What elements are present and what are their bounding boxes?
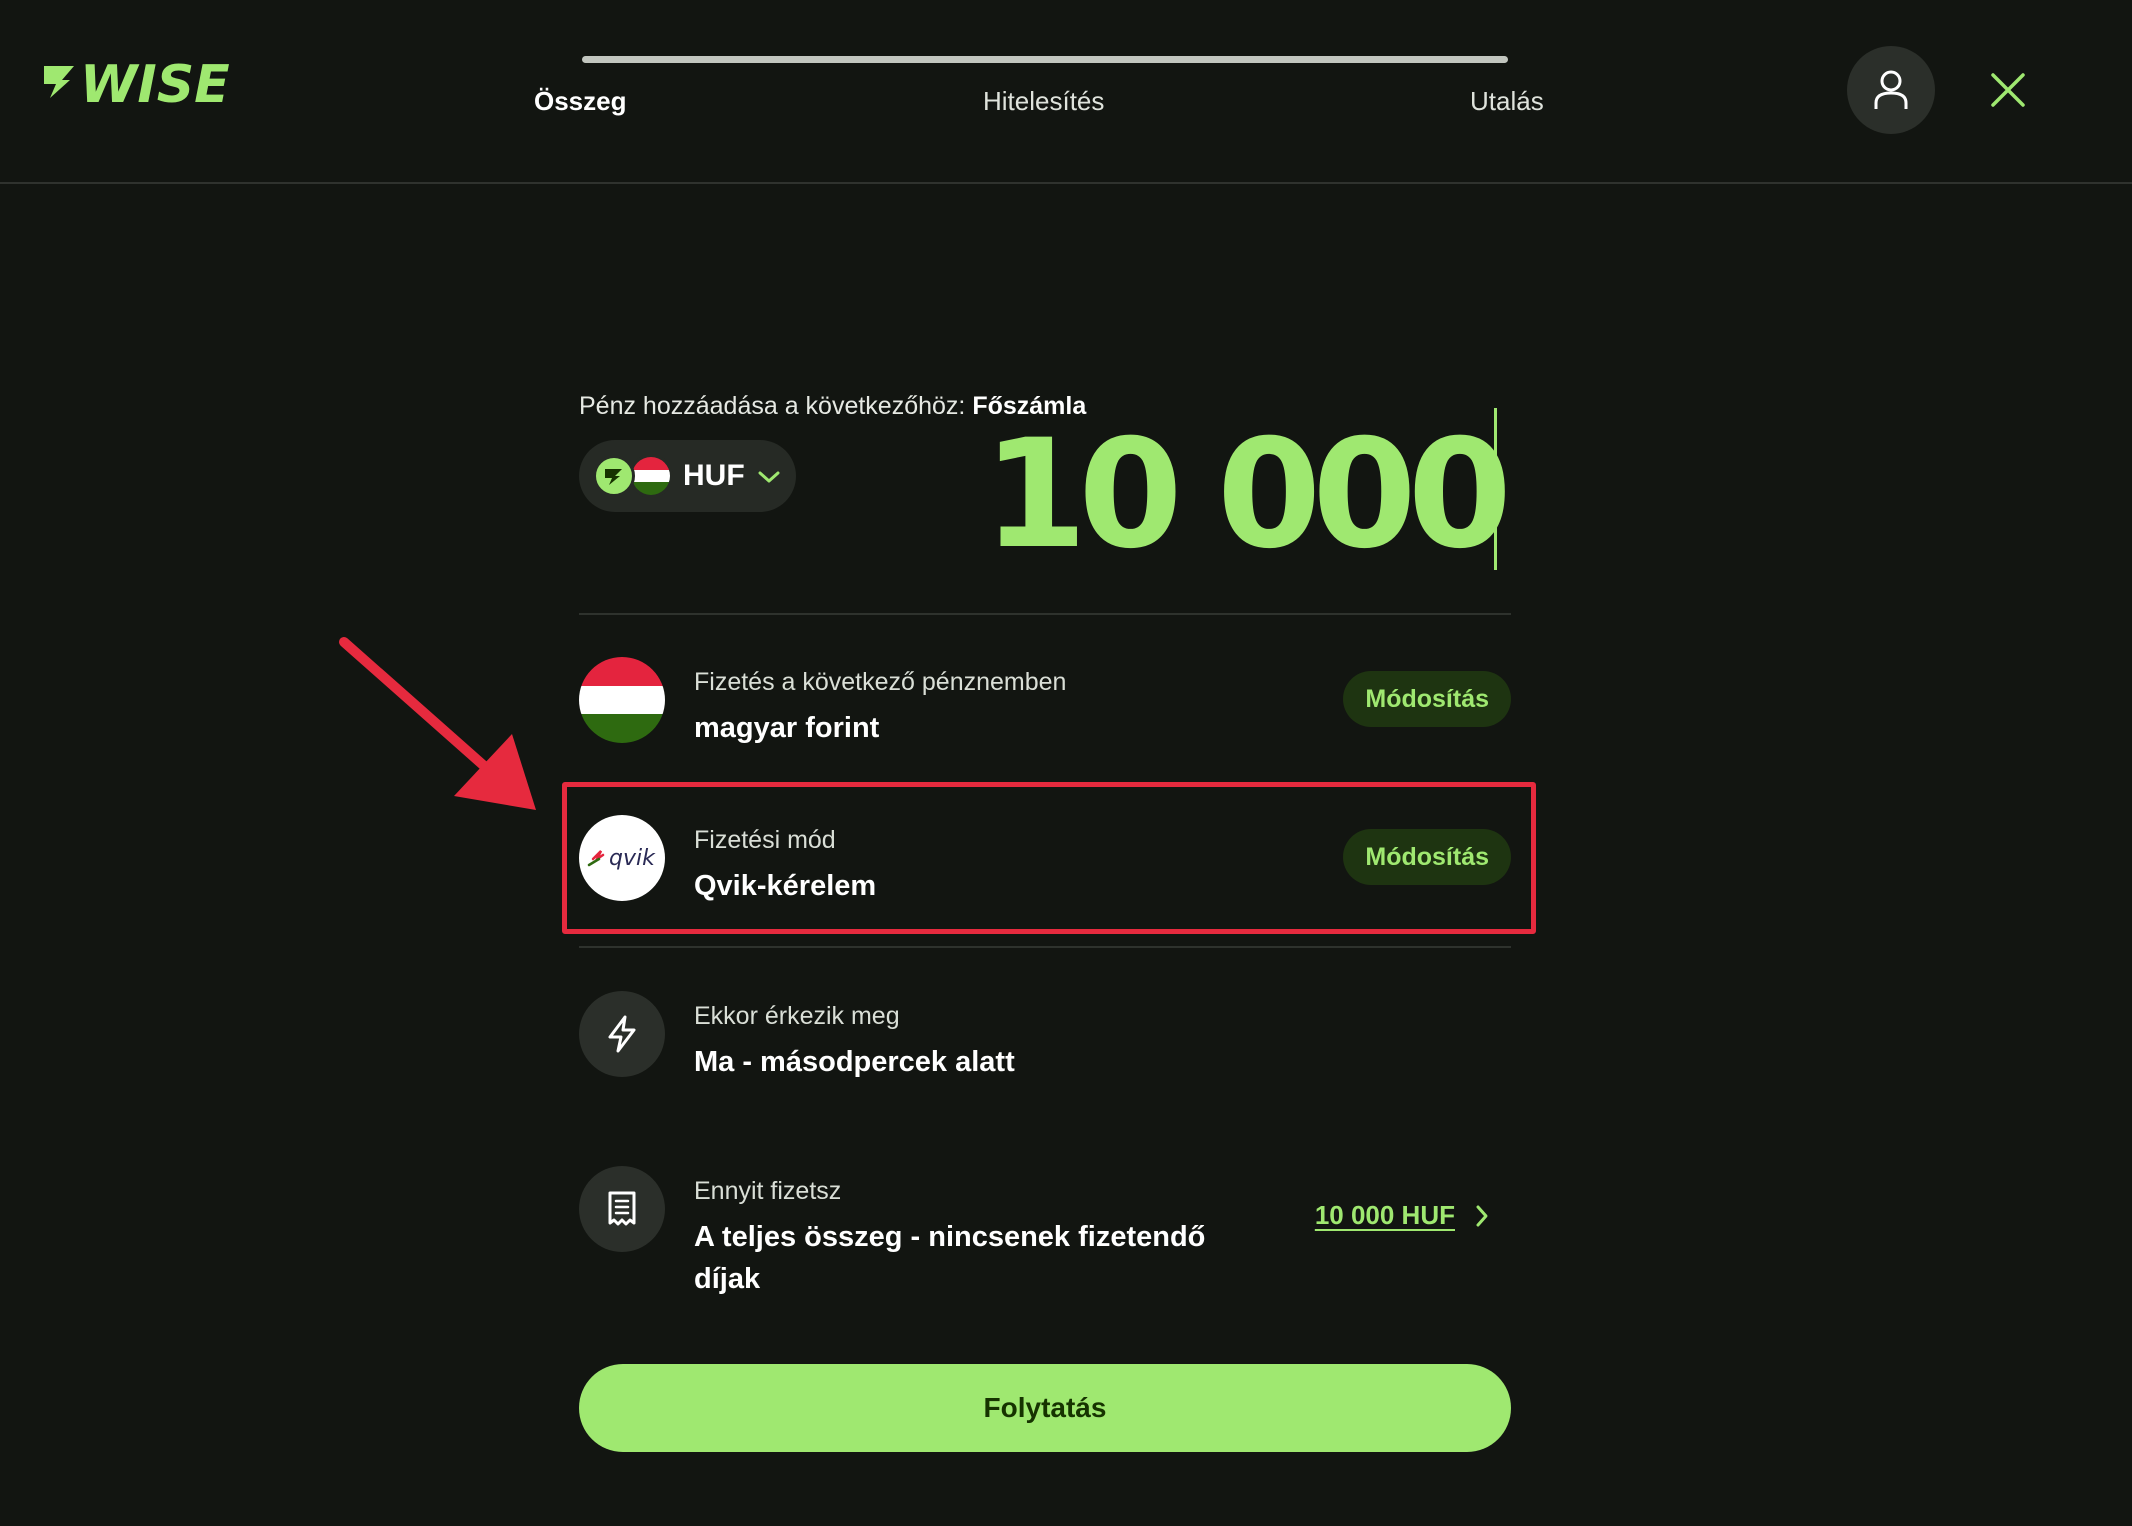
currency-code: HUF xyxy=(683,459,745,492)
lightning-icon xyxy=(579,991,665,1077)
close-button[interactable] xyxy=(1985,67,2031,113)
chevron-right-icon xyxy=(1476,1205,1488,1226)
total-amount-link[interactable]: 10 000 HUF xyxy=(1315,1200,1489,1231)
top-bar: WISE Összeg Hitelesítés Utalás xyxy=(0,0,2132,184)
pay-currency-row: Fizetés a következő pénznemben magyar fo… xyxy=(579,657,1511,747)
arrival-row: Ekkor érkezik meg Ma - másodpercek alatt xyxy=(579,991,1511,1081)
arrival-label: Ekkor érkezik meg xyxy=(694,1002,900,1030)
chevron-down-icon xyxy=(758,471,780,483)
hungary-flag-icon xyxy=(579,657,665,743)
arrival-value: Ma - másodpercek alatt xyxy=(694,1046,1015,1078)
logo-wordmark: WISE xyxy=(80,55,230,112)
amount-input[interactable]: 10 000 xyxy=(983,420,1512,570)
divider xyxy=(579,946,1511,948)
page: WISE Összeg Hitelesítés Utalás Pénz hozz… xyxy=(0,0,2132,1526)
total-value: A teljes összeg - nincsenek fizetendő dí… xyxy=(694,1221,1206,1295)
pay-currency-label: Fizetés a következő pénznemben xyxy=(694,668,1067,696)
close-icon xyxy=(1991,73,2025,107)
hungary-flag-icon xyxy=(629,454,673,498)
divider xyxy=(579,613,1511,615)
currency-selector[interactable]: HUF xyxy=(579,440,796,512)
wise-logo[interactable]: WISE xyxy=(40,52,236,112)
step-verification: Hitelesítés xyxy=(983,86,1105,116)
step-transfer: Utalás xyxy=(1470,86,1544,116)
profile-button[interactable] xyxy=(1847,46,1935,134)
pay-currency-value: magyar forint xyxy=(694,712,880,744)
add-money-text: Pénz hozzáadása a következőhöz: xyxy=(579,392,966,420)
total-row: Ennyit fizetsz A teljes összeg - nincsen… xyxy=(579,1166,1511,1295)
total-amount: 10 000 HUF xyxy=(1314,1200,1455,1230)
receipt-icon xyxy=(579,1166,665,1252)
annotation-highlight-box xyxy=(562,782,1536,934)
change-currency-button[interactable]: Módosítás xyxy=(1343,671,1511,727)
text-caret xyxy=(1494,408,1497,570)
continue-button[interactable]: Folytatás xyxy=(579,1364,1511,1452)
step-progress-bar xyxy=(582,56,1508,63)
user-icon xyxy=(1874,70,1908,109)
annotation-arrow-icon xyxy=(339,637,536,810)
step-amount: Összeg xyxy=(534,86,627,116)
wise-balance-icon xyxy=(593,455,635,497)
total-label: Ennyit fizetsz xyxy=(694,1177,842,1205)
